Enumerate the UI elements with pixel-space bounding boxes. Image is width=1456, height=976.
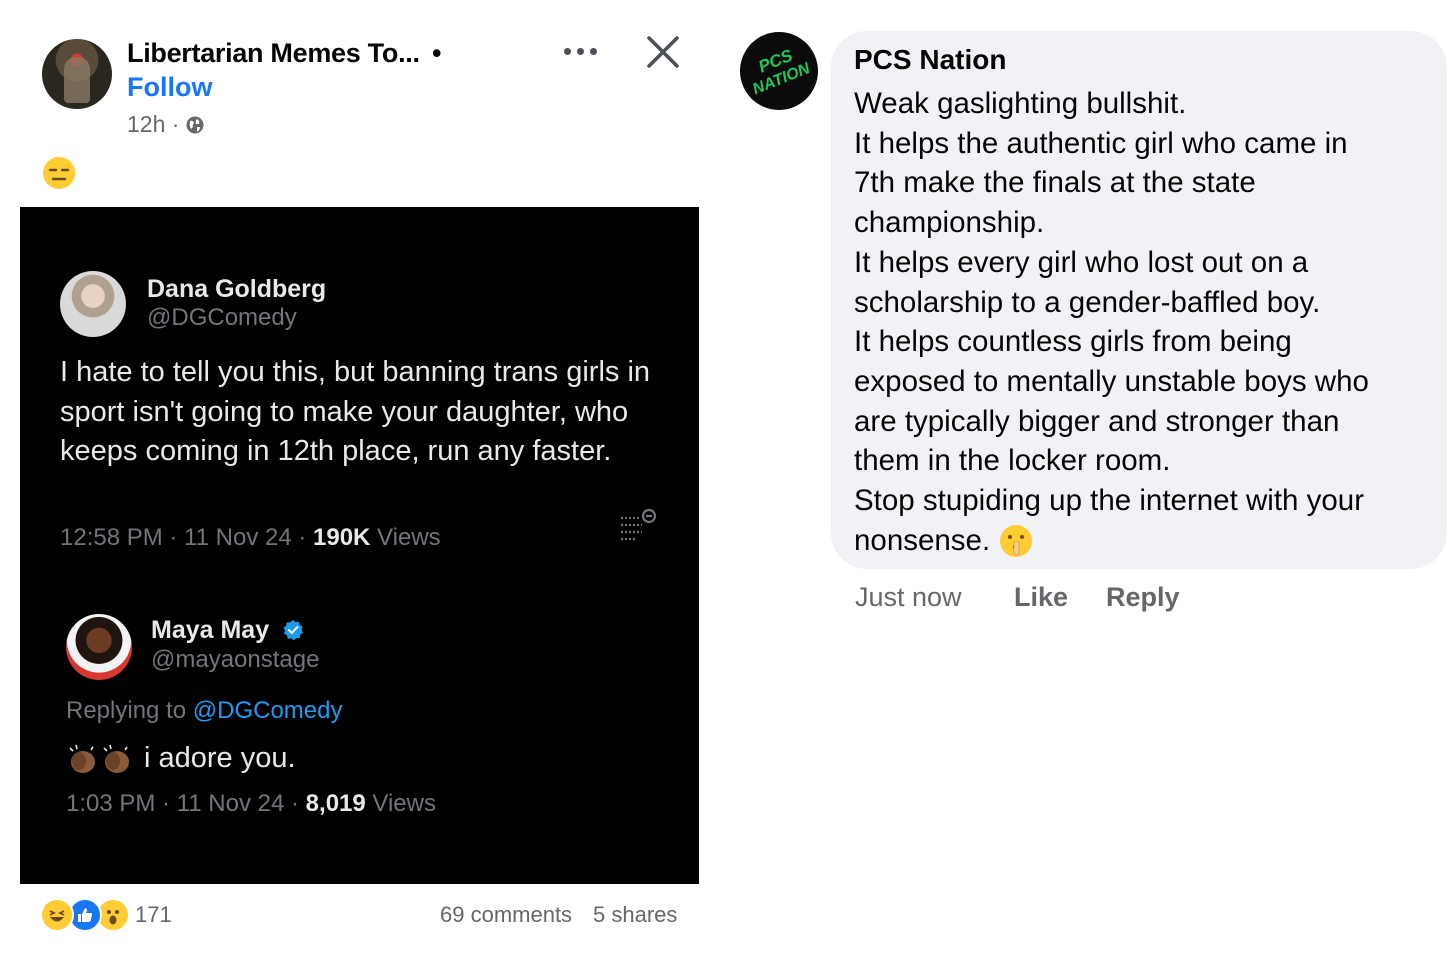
commenter-avatar[interactable]: PCS NATION	[740, 32, 818, 110]
page-avatar[interactable]	[42, 39, 112, 109]
dana-goldberg-avatar	[60, 271, 126, 337]
globe-icon	[186, 116, 204, 133]
tweet-screenshot-image[interactable]: Dana Goldberg @DGComedy I hate to tell y…	[20, 207, 699, 884]
comment-time[interactable]: Just now	[855, 582, 962, 613]
clapping-hands-emoji	[69, 744, 129, 773]
comment-text: Weak gaslighting bullshit. It helps the …	[854, 87, 1369, 557]
like-button[interactable]: Like	[1014, 582, 1068, 613]
separator-dot: •	[432, 38, 442, 68]
tweet-author-handle: @DGComedy	[147, 304, 297, 331]
maya-may-avatar	[66, 614, 132, 680]
shares-count[interactable]: 5 shares	[593, 902, 677, 928]
shushing-face-emoji	[1000, 524, 1033, 557]
tweet-author-name: Dana Goldberg	[147, 275, 327, 303]
close-icon[interactable]	[644, 33, 682, 71]
view-analytics-icon	[621, 508, 657, 541]
comment-author[interactable]: PCS Nation	[854, 44, 1006, 76]
verified-badge-icon	[283, 620, 304, 641]
more-options-icon[interactable]	[560, 34, 600, 68]
post-time[interactable]: 12h ·	[127, 111, 179, 138]
tweet-author-name: Maya May	[151, 616, 304, 645]
tweet-author-handle: @mayaonstage	[151, 646, 320, 673]
reaction-count[interactable]: 171	[135, 902, 172, 928]
reaction-icons[interactable]	[40, 898, 130, 932]
tweet-body: i adore you.	[66, 739, 666, 779]
laugh-reaction-icon	[40, 898, 74, 932]
tweet-meta: 1:03 PM · 11 Nov 24 · 8,019 Views	[66, 790, 436, 817]
replying-to: Replying to @DGComedy	[66, 697, 343, 724]
tweet-meta: 12:58 PM · 11 Nov 24 · 190K Views	[60, 524, 441, 551]
expressionless-face-emoji	[43, 157, 75, 189]
post-meta: 12h ·	[127, 111, 205, 138]
follow-button[interactable]: Follow	[127, 72, 212, 103]
page-name[interactable]: Libertarian Memes To...	[127, 38, 420, 69]
comments-count[interactable]: 69 comments	[440, 902, 572, 928]
mention-link[interactable]: @DGComedy	[193, 697, 343, 724]
reply-button[interactable]: Reply	[1106, 582, 1180, 613]
tweet-body: I hate to tell you this, but banning tra…	[60, 356, 651, 467]
